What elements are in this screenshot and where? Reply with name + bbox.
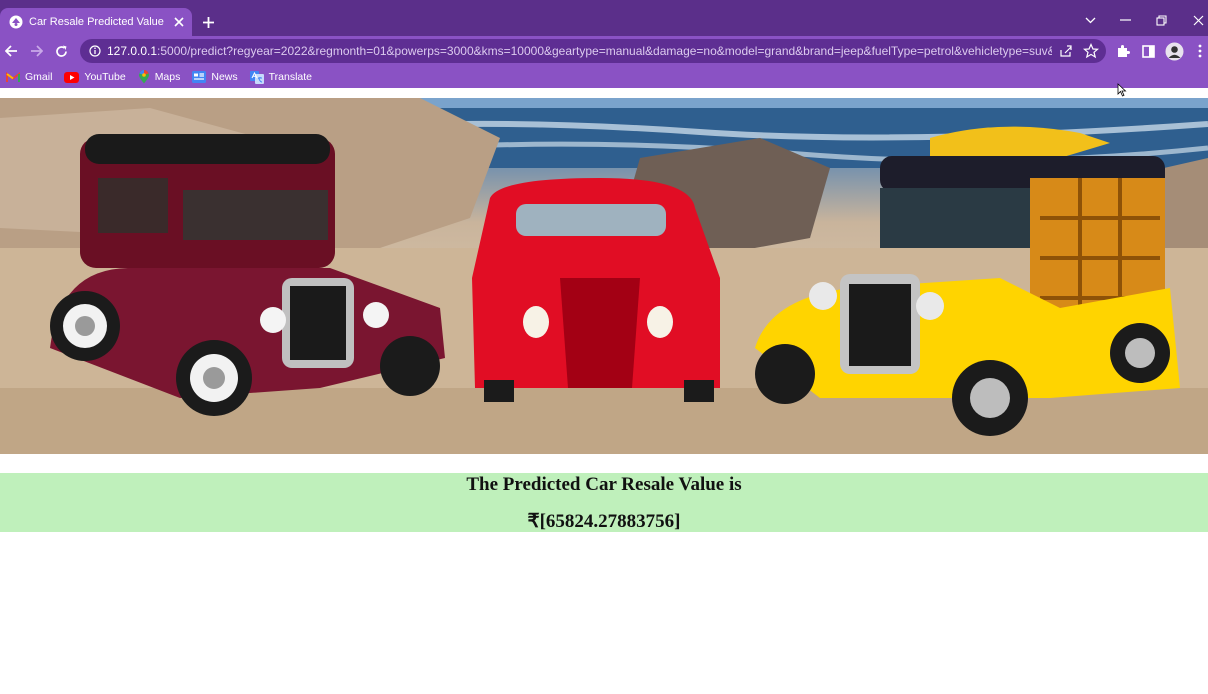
bookmark-label: Translate xyxy=(268,71,313,83)
side-panel-icon[interactable] xyxy=(1137,40,1159,62)
tab-active[interactable]: Car Resale Predicted Value xyxy=(0,8,192,36)
youtube-icon xyxy=(64,71,80,83)
extensions-icon[interactable] xyxy=(1112,40,1134,62)
bookmark-label: News xyxy=(211,71,238,83)
tab-search-icon[interactable] xyxy=(1079,10,1101,30)
bookmark-youtube[interactable]: YouTube xyxy=(64,71,126,83)
back-icon[interactable] xyxy=(0,40,22,62)
share-icon[interactable] xyxy=(1058,43,1074,59)
site-favicon-icon xyxy=(9,15,23,29)
bookmark-label: Maps xyxy=(154,71,181,83)
bookmarks-bar: Gmail YouTube Maps News Translate xyxy=(0,66,1208,88)
reload-icon[interactable] xyxy=(50,40,72,62)
minimize-icon[interactable] xyxy=(1114,10,1136,30)
gmail-icon xyxy=(6,71,20,82)
address-bar[interactable]: 127.0.0.1:5000/predict?regyear=2022&regm… xyxy=(80,39,1106,63)
bookmark-star-icon[interactable] xyxy=(1083,43,1099,59)
url-path: :5000/predict?regyear=2022&regmonth=01&p… xyxy=(157,44,1052,58)
tab-close-icon[interactable] xyxy=(170,13,188,31)
mouse-cursor-icon xyxy=(1117,83,1127,97)
url-host: 127.0.0.1 xyxy=(107,44,158,58)
red-car xyxy=(472,178,720,402)
result-value: ₹[65824.27883756] xyxy=(527,511,681,532)
tab-title: Car Resale Predicted Value xyxy=(29,16,164,28)
prediction-result-banner: The Predicted Car Resale Value is ₹[6582… xyxy=(0,473,1208,532)
bookmark-label: Gmail xyxy=(25,71,53,83)
maps-icon xyxy=(138,70,149,84)
new-tab-button[interactable] xyxy=(198,12,218,32)
restore-icon[interactable] xyxy=(1150,10,1172,30)
profile-avatar[interactable] xyxy=(1163,40,1185,62)
forward-icon[interactable] xyxy=(25,40,47,62)
tab-strip: Car Resale Predicted Value xyxy=(0,0,1208,36)
news-icon xyxy=(192,71,207,83)
url-text[interactable]: 127.0.0.1:5000/predict?regyear=2022&regm… xyxy=(107,44,1052,58)
menu-kebab-icon[interactable] xyxy=(1189,40,1208,62)
hero-image xyxy=(0,98,1208,454)
bookmark-label: YouTube xyxy=(84,71,126,83)
bookmark-translate[interactable]: Translate xyxy=(249,70,313,84)
translate-icon xyxy=(249,70,264,84)
bookmark-news[interactable]: News xyxy=(192,71,238,83)
close-window-icon[interactable] xyxy=(1187,10,1208,30)
browser-toolbar: 127.0.0.1:5000/predict?regyear=2022&regm… xyxy=(0,36,1208,66)
vintage-cars-illustration xyxy=(0,98,1208,454)
site-info-icon[interactable] xyxy=(89,45,101,57)
result-heading: The Predicted Car Resale Value is xyxy=(466,474,742,495)
bookmark-gmail[interactable]: Gmail xyxy=(6,71,52,83)
bookmark-maps[interactable]: Maps xyxy=(138,70,181,84)
